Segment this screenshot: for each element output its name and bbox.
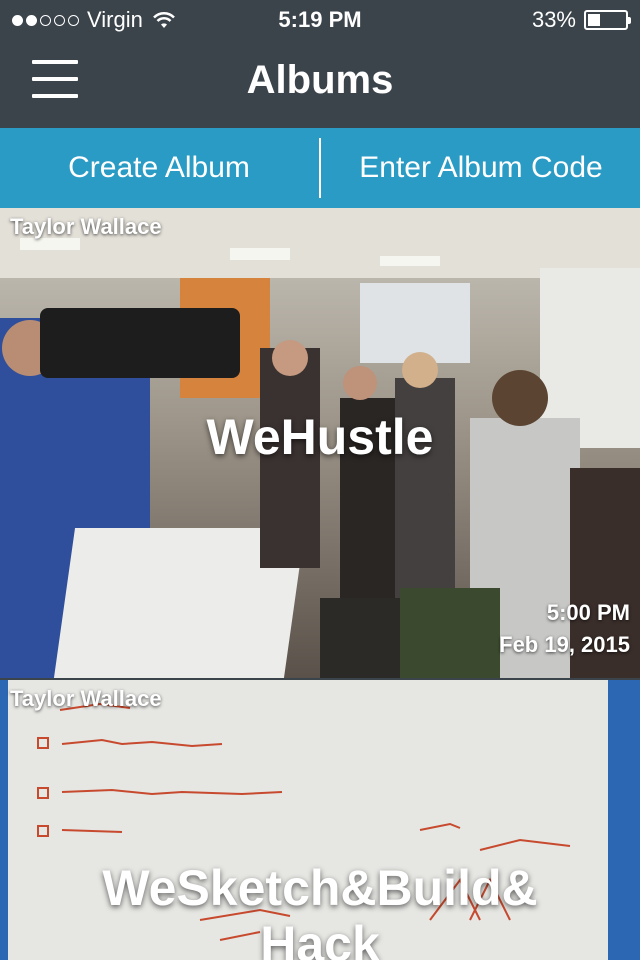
album-date: Feb 19, 2015 [499, 632, 630, 657]
status-right: 33% [531, 7, 631, 33]
create-album-button[interactable]: Create Album [0, 128, 318, 208]
enter-album-code-button[interactable]: Enter Album Code [322, 128, 640, 208]
album-card-wesketch[interactable]: Taylor Wallace WeSketch&Build& Hack [0, 680, 640, 960]
album-card-wehustle[interactable]: Taylor Wallace WeHustle 5:00 PM Feb 19, … [0, 208, 640, 678]
album-title: WeSketch&Build& Hack [102, 860, 538, 960]
album-title: WeHustle [206, 409, 434, 465]
album-owner: Taylor Wallace [10, 686, 162, 711]
album-owner: Taylor Wallace [10, 214, 162, 239]
action-divider [319, 138, 321, 198]
battery-percent: 33% [531, 7, 576, 32]
battery-fill [588, 14, 600, 26]
status-bar: Virgin 5:19 PM 33% [0, 0, 640, 40]
album-action-bar: Create Album Enter Album Code [0, 128, 640, 208]
page-title: Albums [246, 58, 394, 102]
battery-icon [584, 10, 631, 30]
nav-bar: Albums [0, 40, 640, 128]
album-time: 5:00 PM [546, 600, 630, 625]
